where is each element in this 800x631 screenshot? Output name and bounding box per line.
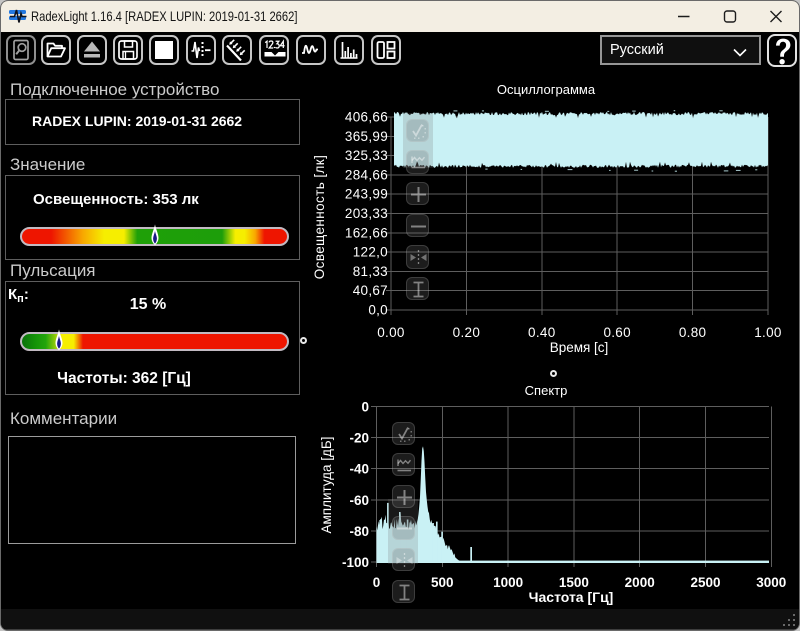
svg-text:-100: -100 xyxy=(342,555,369,570)
svg-text:0.40: 0.40 xyxy=(528,325,555,340)
svg-text:Частота [Гц]: Частота [Гц] xyxy=(529,589,614,605)
svg-text:0: 0 xyxy=(373,575,381,590)
svg-text:2000: 2000 xyxy=(625,575,655,590)
svg-text:122,0: 122,0 xyxy=(353,245,388,260)
svg-text:0.60: 0.60 xyxy=(603,325,630,340)
svg-text:Амплитуда [дБ]: Амплитуда [дБ] xyxy=(319,436,334,533)
svg-text:162,66: 162,66 xyxy=(345,225,388,240)
svg-text:Спектр: Спектр xyxy=(525,383,568,398)
svg-text:Освещенность [лк]: Освещенность [лк] xyxy=(312,155,327,279)
svg-text:365,99: 365,99 xyxy=(345,129,388,144)
svg-text:0.00: 0.00 xyxy=(377,325,404,340)
svg-text:-80: -80 xyxy=(349,524,369,539)
svg-text:2500: 2500 xyxy=(690,575,720,590)
svg-text:Осциллограмма: Осциллограмма xyxy=(497,82,596,97)
svg-text:0,0: 0,0 xyxy=(368,303,388,318)
svg-text:243,99: 243,99 xyxy=(345,187,388,202)
svg-text:203,33: 203,33 xyxy=(345,206,388,221)
svg-text:0: 0 xyxy=(361,400,369,415)
svg-text:-40: -40 xyxy=(349,462,369,477)
svg-text:325,33: 325,33 xyxy=(345,148,388,163)
svg-text:1500: 1500 xyxy=(559,575,589,590)
svg-text:40,67: 40,67 xyxy=(353,283,388,298)
svg-text:406,66: 406,66 xyxy=(345,110,388,125)
svg-text:-20: -20 xyxy=(349,431,369,446)
svg-text:Время [с]: Время [с] xyxy=(550,340,609,355)
svg-text:0.20: 0.20 xyxy=(453,325,480,340)
svg-text:81,33: 81,33 xyxy=(353,264,388,279)
svg-text:0.80: 0.80 xyxy=(679,325,706,340)
svg-text:1.00: 1.00 xyxy=(754,325,781,340)
svg-text:3000: 3000 xyxy=(756,575,786,590)
svg-text:500: 500 xyxy=(431,575,454,590)
svg-text:-60: -60 xyxy=(349,493,369,508)
svg-text:284,66: 284,66 xyxy=(345,167,388,182)
svg-text:1000: 1000 xyxy=(493,575,523,590)
